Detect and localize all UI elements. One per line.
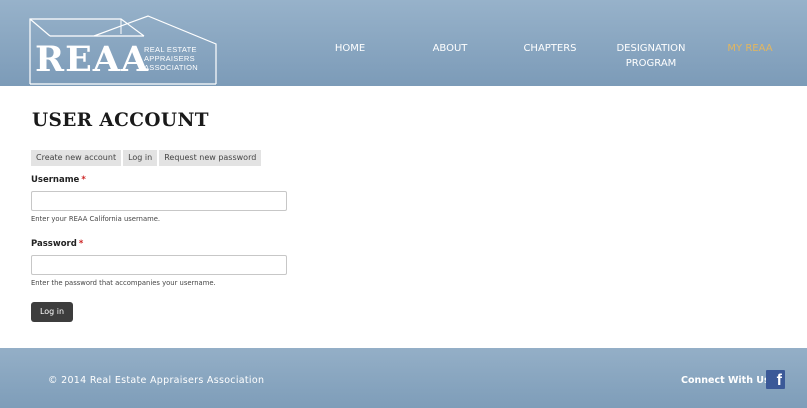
logo-line-2: APPRAISERS xyxy=(144,54,195,63)
password-description: Enter the password that accompanies your… xyxy=(31,279,216,287)
logo-subtitle: REAL ESTATE APPRAISERS ASSOCIATION xyxy=(144,45,198,72)
password-label-text: Password xyxy=(31,239,77,249)
site-footer: © 2014 Real Estate Appraisers Associatio… xyxy=(0,348,807,408)
password-required-mark: * xyxy=(78,239,84,249)
username-label: Username * xyxy=(31,175,86,186)
connect-with-us-label: Connect With Us xyxy=(681,375,770,386)
username-required-mark: * xyxy=(81,175,86,185)
account-tabs: Create new account Log in Request new pa… xyxy=(31,150,262,166)
reaa-logo[interactable]: REAA REAL ESTATE APPRAISERS ASSOCIATION xyxy=(26,14,222,86)
tab-create-account[interactable]: Create new account xyxy=(31,150,122,166)
nav-home[interactable]: HOME xyxy=(328,41,372,56)
nav-designation-program[interactable]: DESIGNATION PROGRAM xyxy=(606,41,696,71)
username-description: Enter your REAA California username. xyxy=(31,215,161,223)
username-input[interactable] xyxy=(31,191,287,211)
logo-text: REAA xyxy=(35,39,150,80)
logo-line-1: REAL ESTATE xyxy=(144,45,197,54)
username-label-text: Username xyxy=(31,175,80,185)
nav-my-reaa[interactable]: MY REAA xyxy=(721,41,779,56)
logo-line-3: ASSOCIATION xyxy=(144,63,199,72)
nav-chapters[interactable]: CHAPTERS xyxy=(518,41,582,56)
facebook-icon[interactable]: f xyxy=(766,370,785,389)
password-label: Password * xyxy=(31,239,83,250)
page-title: USER ACCOUNT xyxy=(32,110,209,131)
password-input[interactable] xyxy=(31,255,287,275)
nav-designation-line-2: PROGRAM xyxy=(625,58,677,69)
site-header: REAA REAL ESTATE APPRAISERS ASSOCIATION … xyxy=(0,0,807,86)
nav-designation-line-1: DESIGNATION xyxy=(616,43,686,54)
copyright-text: © 2014 Real Estate Appraisers Associatio… xyxy=(48,375,265,386)
tab-request-password[interactable]: Request new password xyxy=(159,150,262,166)
nav-about[interactable]: ABOUT xyxy=(424,41,476,56)
tab-log-in[interactable]: Log in xyxy=(123,150,158,166)
log-in-button[interactable]: Log in xyxy=(31,302,73,322)
